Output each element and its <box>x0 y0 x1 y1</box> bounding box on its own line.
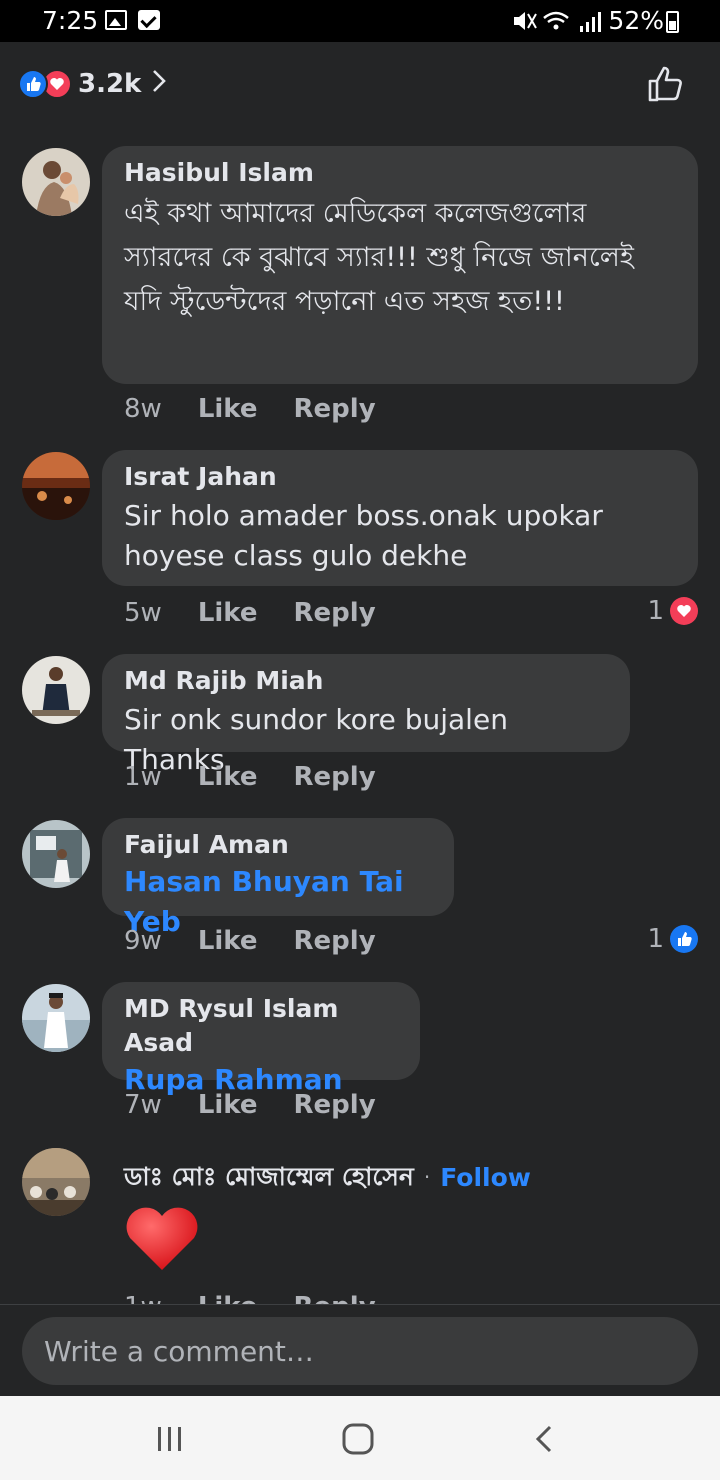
comment-author[interactable]: ডাঃ মোঃ মোজাম্মেল হোসেন <box>124 1160 414 1194</box>
comment-time: 1w <box>124 762 162 792</box>
checkbox-notification-icon <box>138 10 160 30</box>
like-post-icon[interactable] <box>646 64 686 104</box>
chevron-right-icon <box>151 68 167 101</box>
avatar[interactable] <box>22 656 90 724</box>
like-button[interactable]: Like <box>198 598 258 628</box>
like-button[interactable]: Like <box>198 1090 258 1120</box>
avatar[interactable] <box>22 1148 90 1216</box>
comment-header: ডাঃ মোঃ মোজাম্মেল হোসেন · Follow <box>124 1160 531 1194</box>
reply-button[interactable]: Reply <box>294 598 376 628</box>
reply-button[interactable]: Reply <box>294 1090 376 1120</box>
avatar[interactable] <box>22 984 90 1052</box>
comment-bubble: Hasibul Islam এই কথা আমাদের মেডিকেল কলেজ… <box>102 146 698 384</box>
recent-apps-icon[interactable] <box>150 1422 190 1456</box>
system-navigation-bar <box>0 1396 720 1480</box>
back-icon[interactable] <box>526 1422 566 1456</box>
reactions-summary-button[interactable]: 3.2k <box>18 66 167 102</box>
like-button[interactable]: Like <box>198 762 258 792</box>
comment-reaction-count: 1 <box>647 596 664 626</box>
like-reaction-icon <box>670 925 698 953</box>
reply-button[interactable]: Reply <box>294 394 376 424</box>
comment-author[interactable]: Hasibul Islam <box>124 156 676 190</box>
reply-button[interactable]: Reply <box>294 1292 376 1304</box>
comment-bubble: Faijul Aman Hasan Bhuyan Tai Yeb <box>102 818 454 938</box>
love-reaction-icon <box>670 597 698 625</box>
comment-actions: 7w Like Reply <box>124 1090 376 1120</box>
comments-list: Hasibul Islam এই কথা আমাদের মেডিকেল কলেজ… <box>0 138 720 1304</box>
comment-author[interactable]: MD Rysul Islam Asad <box>124 992 398 1060</box>
like-reaction-icon <box>18 69 48 99</box>
comment-author[interactable]: Faijul Aman <box>124 828 432 862</box>
mute-wifi-signal-icon <box>514 11 601 32</box>
comment-input[interactable] <box>22 1317 698 1385</box>
comment-actions: 9w Like Reply <box>124 926 376 956</box>
follow-button[interactable]: Follow <box>440 1163 531 1192</box>
comment-bubble: MD Rysul Islam Asad Rupa Rahman <box>102 982 420 1096</box>
status-bar: 7:25 52% <box>0 0 720 42</box>
reactions-count: 3.2k <box>78 69 142 99</box>
heart-emoji-icon <box>126 1207 198 1270</box>
comment-actions: 1w Like Reply <box>124 762 376 792</box>
comment-author[interactable]: Md Rajib Miah <box>124 664 608 698</box>
like-button[interactable]: Like <box>198 926 258 956</box>
reply-button[interactable]: Reply <box>294 762 376 792</box>
comment-reactions[interactable]: 1 <box>647 596 698 626</box>
comment-actions: 1w Like Reply <box>124 1292 376 1304</box>
comment-time: 7w <box>124 1090 162 1120</box>
comment-actions: 5w Like Reply <box>124 598 376 628</box>
comment-bubble: Israt Jahan Sir holo amader boss.onak up… <box>102 450 698 586</box>
status-time: 7:25 <box>42 6 99 35</box>
like-button[interactable]: Like <box>198 394 258 424</box>
comment-reaction-count: 1 <box>647 924 664 954</box>
home-icon[interactable] <box>338 1422 378 1456</box>
avatar[interactable] <box>22 148 90 216</box>
comment-bubble: Md Rajib Miah Sir onk sundor kore bujale… <box>102 654 630 776</box>
comment-time: 9w <box>124 926 162 956</box>
reply-button[interactable]: Reply <box>294 926 376 956</box>
signal-wifi-icons <box>512 8 608 39</box>
like-button[interactable]: Like <box>198 1292 258 1304</box>
battery-icon <box>666 11 679 33</box>
comment-reactions[interactable]: 1 <box>647 924 698 954</box>
battery-percent: 52% <box>608 6 664 35</box>
comment-time: 1w <box>124 1292 162 1304</box>
avatar[interactable] <box>22 452 90 520</box>
comment-text: এই কথা আমাদের মেডিকেল কলেজগুলোর স্যারদের… <box>124 198 634 317</box>
comment-composer <box>0 1304 720 1396</box>
comment-text: Sir holo amader boss.onak upokar hoyese … <box>124 499 603 572</box>
comment-time: 8w <box>124 394 162 424</box>
gallery-notification-icon <box>105 10 127 30</box>
separator-dot: · <box>423 1165 431 1189</box>
comment-actions: 8w Like Reply <box>124 394 376 424</box>
reactions-header: 3.2k <box>0 42 720 138</box>
avatar[interactable] <box>22 820 90 888</box>
comment-time: 5w <box>124 598 162 628</box>
comment-author[interactable]: Israt Jahan <box>124 460 676 494</box>
